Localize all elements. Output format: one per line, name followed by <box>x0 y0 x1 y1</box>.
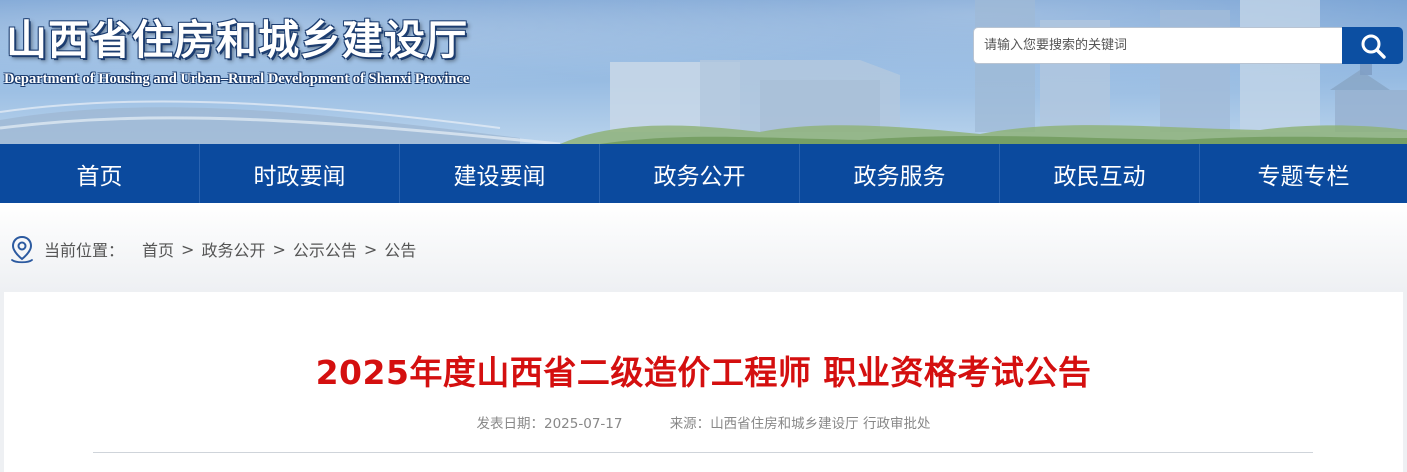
breadcrumb-announcement[interactable]: 公告 <box>384 237 416 261</box>
breadcrumb-government-affairs[interactable]: 政务公开 <box>201 237 265 261</box>
article-divider <box>93 452 1313 453</box>
nav-item-government-affairs[interactable]: 政务公开 <box>600 144 800 203</box>
breadcrumb-public-notices[interactable]: 公示公告 <box>293 237 357 261</box>
breadcrumb-separator: > <box>181 239 195 259</box>
search-icon <box>1361 34 1386 59</box>
article-meta: 发表日期：2025-07-17 来源：山西省住房和城乡建设厅 行政审批处 <box>0 412 1407 432</box>
location-pin-icon <box>11 235 33 264</box>
nav-item-news[interactable]: 时政要闻 <box>200 144 400 203</box>
nav-item-government-services[interactable]: 政务服务 <box>800 144 1000 203</box>
site-title: 山西省住房和城乡建设厅 <box>6 16 468 64</box>
breadcrumb-separator: > <box>272 239 286 259</box>
nav-item-special-topics[interactable]: 专题专栏 <box>1200 144 1407 203</box>
site-subtitle: Department of Housing and Urban–Rural De… <box>4 71 470 87</box>
publish-date: 2025-07-17 <box>544 416 623 432</box>
nav-item-interaction[interactable]: 政民互动 <box>1000 144 1200 203</box>
breadcrumb: 当前位置： 首页 > 政务公开 > 公示公告 > 公告 <box>8 232 416 266</box>
source-value: 山西省住房和城乡建设厅 行政审批处 <box>710 416 931 432</box>
meta-spacer <box>622 416 669 432</box>
search-input[interactable] <box>974 28 1334 63</box>
breadcrumb-separator: > <box>363 239 378 259</box>
main-nav: 首页 时政要闻 建设要闻 政务公开 政务服务 政民互动 专题专栏 <box>0 144 1407 203</box>
publish-date-label: 发表日期： <box>476 416 545 432</box>
search-button[interactable] <box>1342 27 1403 64</box>
source-label: 来源： <box>669 416 711 432</box>
breadcrumb-label: 当前位置： <box>44 241 125 260</box>
nav-item-construction-news[interactable]: 建设要闻 <box>400 144 600 203</box>
search-box <box>973 27 1343 64</box>
article-title: 2025年度山西省二级造价工程师 职业资格考试公告 <box>315 353 1092 392</box>
breadcrumb-home[interactable]: 首页 <box>142 237 174 261</box>
header-banner: 山西省住房和城乡建设厅 Department of Housing and Ur… <box>0 0 1407 144</box>
nav-item-home[interactable]: 首页 <box>0 144 200 203</box>
